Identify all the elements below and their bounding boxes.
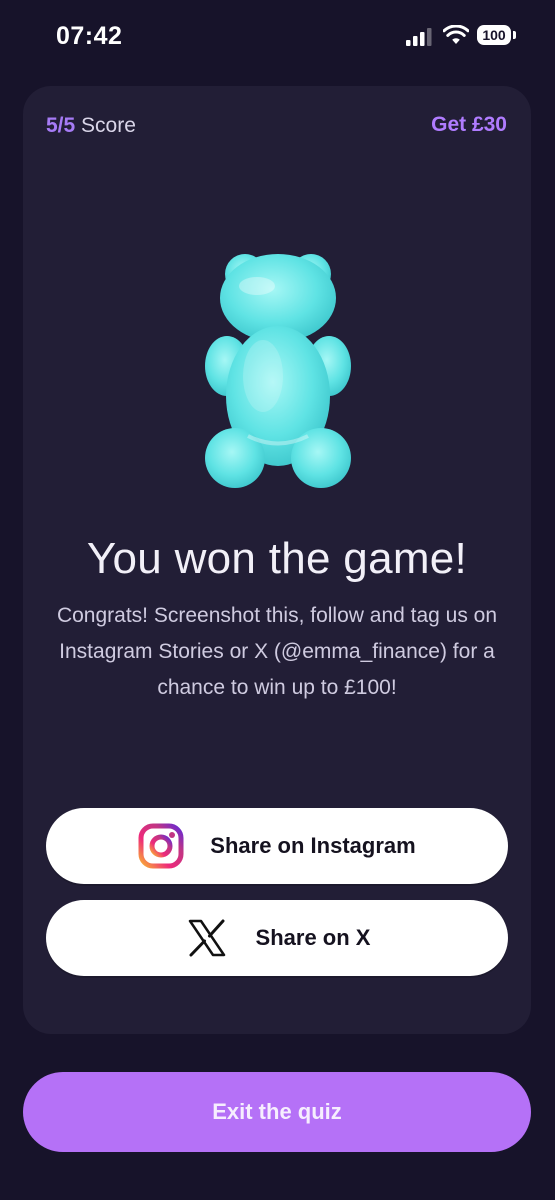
cellular-signal-icon [406, 28, 432, 46]
wifi-icon [443, 25, 469, 44]
score-indicator: 5/5 Score [46, 114, 136, 138]
get-reward-link[interactable]: Get £30 [431, 113, 507, 137]
exit-quiz-label: Exit the quiz [212, 1099, 342, 1124]
instagram-icon [138, 823, 184, 869]
share-instagram-button[interactable]: Share on Instagram [46, 808, 508, 884]
battery-cap [513, 31, 516, 39]
win-headline: You won the game! [86, 534, 468, 583]
status-time: 07:42 [56, 22, 123, 50]
gummy-bear-illustration [193, 246, 363, 516]
score-label: Score [81, 114, 136, 137]
score-fraction: 5/5 [46, 114, 76, 137]
share-x-label: Share on X [255, 925, 371, 950]
exit-quiz-button[interactable]: Exit the quiz [23, 1072, 531, 1152]
x-logo-icon [188, 919, 225, 957]
share-instagram-label: Share on Instagram [210, 833, 416, 858]
gummy-bear-image [205, 254, 351, 488]
result-card: 5/5 Score Get £30 You won the game! Cong… [23, 86, 531, 1034]
congrats-message: Congrats! Screenshot this, follow and ta… [56, 604, 498, 699]
battery-icon: 100 [477, 25, 518, 47]
status-bar: 07:42 100 [0, 0, 555, 74]
share-x-button[interactable]: Share on X [46, 900, 508, 976]
battery-level: 100 [477, 25, 511, 45]
